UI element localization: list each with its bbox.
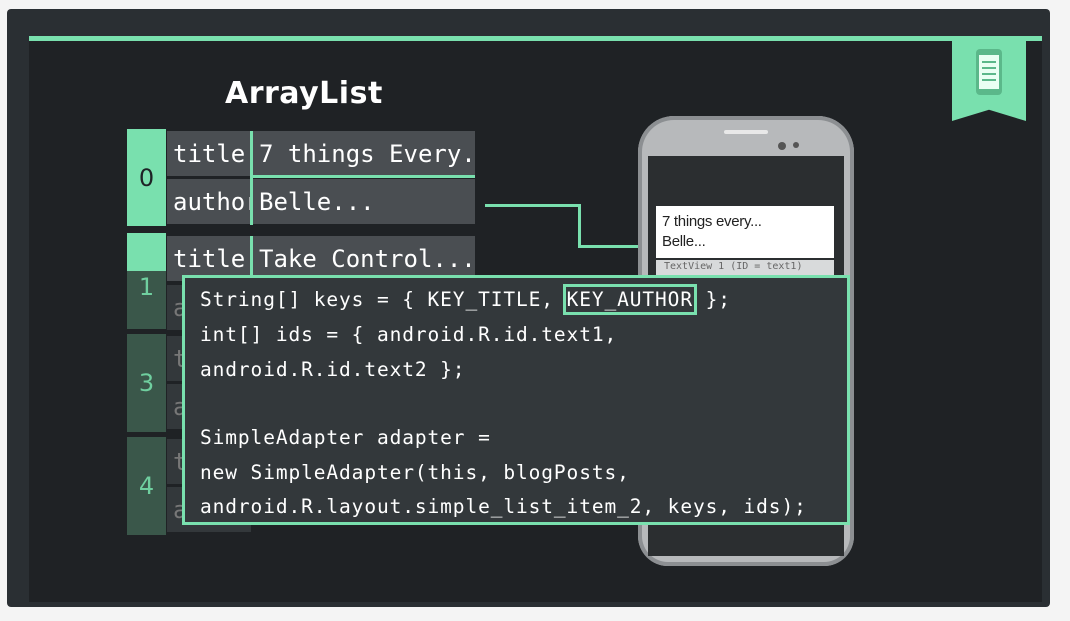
row0-author-value: Belle... — [253, 179, 475, 224]
code-line-4: SimpleAdapter adapter = — [200, 426, 491, 449]
key-author-highlight: KEY_AUTHOR — [562, 284, 697, 315]
row0-divider — [250, 131, 253, 225]
slide-title: ArrayList — [225, 76, 383, 111]
phone-earpiece — [724, 130, 768, 134]
top-accent-line — [29, 36, 1042, 41]
row0-underline — [250, 175, 475, 178]
connector-horizontal — [485, 204, 580, 207]
textview-label: TextView 1 (ID = text1) — [656, 260, 834, 276]
row0-title-value: 7 things Every... — [253, 131, 475, 176]
code-line-1-end: }; — [692, 288, 731, 311]
row-index-4: 4 — [127, 437, 166, 535]
code-line-5: new SimpleAdapter(this, blogPosts, — [200, 461, 630, 484]
code-line-6: android.R.layout.simple_list_item_2, key… — [200, 495, 807, 518]
code-line-3: android.R.id.text2 }; — [200, 358, 466, 381]
code-line-1: String[] keys = { KEY_TITLE, KEY_AUTHOR … — [200, 284, 731, 315]
slide: ArrayList 0 title 7 things Every... auth… — [29, 36, 1042, 602]
bookmark-ribbon — [952, 41, 1026, 121]
phone-list-icon — [976, 49, 1002, 95]
row-index-1: 1 — [127, 271, 166, 329]
video-frame: ArrayList 0 title 7 things Every... auth… — [7, 9, 1050, 607]
list-item-text2: Belle... — [662, 233, 706, 250]
list-item-text1: 7 things every... — [662, 213, 762, 230]
row-index-0: 0 — [127, 129, 166, 226]
connector-vertical — [578, 204, 581, 248]
row-index-3: 3 — [127, 334, 166, 432]
list-item: 7 things every... Belle... — [656, 206, 834, 258]
code-panel: String[] keys = { KEY_TITLE, KEY_AUTHOR … — [182, 275, 850, 525]
phone-sensor — [793, 142, 799, 148]
phone-camera — [778, 142, 786, 150]
row0-title-key: title — [167, 131, 251, 176]
code-line-2: int[] ids = { android.R.id.text1, — [200, 323, 618, 346]
row-index-1-top — [127, 233, 166, 271]
row0-author-key: author — [167, 179, 251, 224]
code-line-1-start: String[] keys = { KEY_TITLE, — [200, 288, 567, 311]
